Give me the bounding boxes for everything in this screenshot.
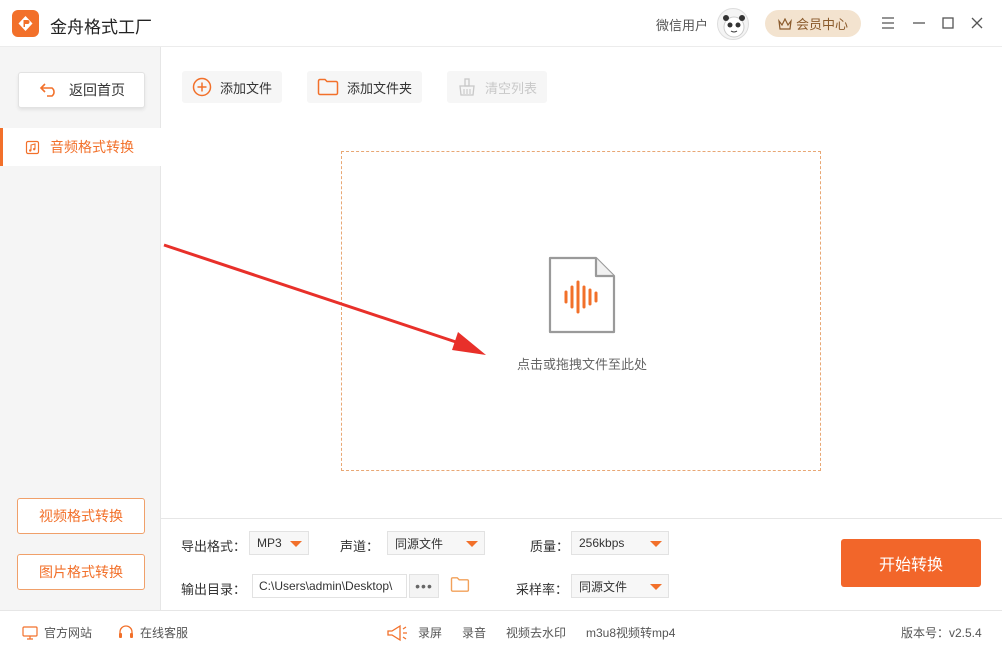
remove-watermark-link[interactable]: 视频去水印 <box>506 624 566 641</box>
user-name[interactable]: 微信用户 <box>656 15 708 34</box>
chevron-down-icon <box>290 541 302 547</box>
format-label: 导出格式： <box>181 539 247 554</box>
menu-icon[interactable] <box>879 14 897 32</box>
crown-icon <box>778 17 792 30</box>
open-folder-icon[interactable] <box>450 576 470 596</box>
annotation-arrow-icon <box>163 243 486 355</box>
close-icon[interactable] <box>968 14 986 32</box>
monitor-icon <box>22 625 38 640</box>
chevron-down-icon <box>650 541 662 547</box>
chevron-down-icon <box>650 584 662 590</box>
plus-circle-icon <box>192 77 212 97</box>
title-bar: 金舟格式工厂 微信用户 会员中心 <box>0 0 1002 47</box>
official-website-label: 官方网站 <box>44 626 93 640</box>
clear-list-label: 清空列表 <box>485 80 538 96</box>
start-convert-button[interactable]: 开始转换 <box>841 539 981 587</box>
audio-file-icon <box>548 256 616 334</box>
sample-rate-select[interactable]: 同源文件 <box>571 574 669 598</box>
format-select[interactable]: MP3 <box>249 531 309 555</box>
headset-icon <box>119 625 133 638</box>
minimize-icon[interactable] <box>910 14 928 32</box>
sample-rate-label: 采样率： <box>516 582 569 597</box>
status-bar: 官方网站 在线客服 录屏 录音 视频去水印 m3u8视频转mp4 版本号：v2.… <box>0 610 1002 652</box>
sidebar-item-audio-convert[interactable]: 音频格式转换 <box>0 128 161 166</box>
output-dir-label: 输出目录： <box>181 582 247 597</box>
add-folder-label: 添加文件夹 <box>347 80 413 96</box>
vip-center-button[interactable]: 会员中心 <box>765 10 861 37</box>
add-file-label: 添加文件 <box>220 80 273 96</box>
sample-rate-value: 同源文件 <box>579 579 628 594</box>
browse-button[interactable]: ••• <box>409 574 439 598</box>
video-convert-button[interactable]: 视频格式转换 <box>17 498 145 534</box>
back-arrow-icon <box>39 83 55 97</box>
version-text: 版本号：v2.5.4 <box>901 626 982 640</box>
m3u8-convert-link[interactable]: m3u8视频转mp4 <box>586 624 675 641</box>
format-value: MP3 <box>257 536 282 550</box>
maximize-icon[interactable] <box>939 14 957 32</box>
avatar[interactable] <box>717 8 749 40</box>
channel-label: 声道： <box>340 539 380 554</box>
vip-center-label: 会员中心 <box>795 17 848 32</box>
official-website-link[interactable]: 官方网站 <box>22 624 92 641</box>
chevron-down-icon <box>466 541 478 547</box>
sidebar-item-label: 音频格式转换 <box>50 139 134 155</box>
add-file-button[interactable]: 添加文件 <box>182 71 283 103</box>
online-service-link[interactable]: 在线客服 <box>118 624 188 641</box>
broom-icon <box>459 78 475 96</box>
online-service-label: 在线客服 <box>140 626 189 640</box>
megaphone-icon <box>386 624 408 642</box>
record-screen-link[interactable]: 录屏 <box>418 624 442 641</box>
back-home-label: 返回首页 <box>69 82 125 98</box>
image-convert-button[interactable]: 图片格式转换 <box>17 554 145 590</box>
app-logo-icon <box>12 10 39 37</box>
add-folder-button[interactable]: 添加文件夹 <box>307 71 423 103</box>
clear-list-button[interactable]: 清空列表 <box>447 71 548 103</box>
music-file-icon <box>25 140 40 154</box>
channel-select[interactable]: 同源文件 <box>387 531 485 555</box>
record-audio-link[interactable]: 录音 <box>462 624 486 641</box>
app-title: 金舟格式工厂 <box>50 18 152 37</box>
back-home-button[interactable]: 返回首页 <box>18 72 145 108</box>
quality-label: 质量： <box>530 539 570 554</box>
folder-icon <box>317 78 339 96</box>
sidebar: 返回首页 音频格式转换 视频格式转换 图片格式转换 <box>0 47 161 610</box>
quality-select[interactable]: 256kbps <box>571 531 669 555</box>
output-dir-field[interactable]: C:\Users\admin\Desktop\ <box>252 574 407 598</box>
quality-value: 256kbps <box>579 536 625 550</box>
channel-value: 同源文件 <box>395 536 444 551</box>
